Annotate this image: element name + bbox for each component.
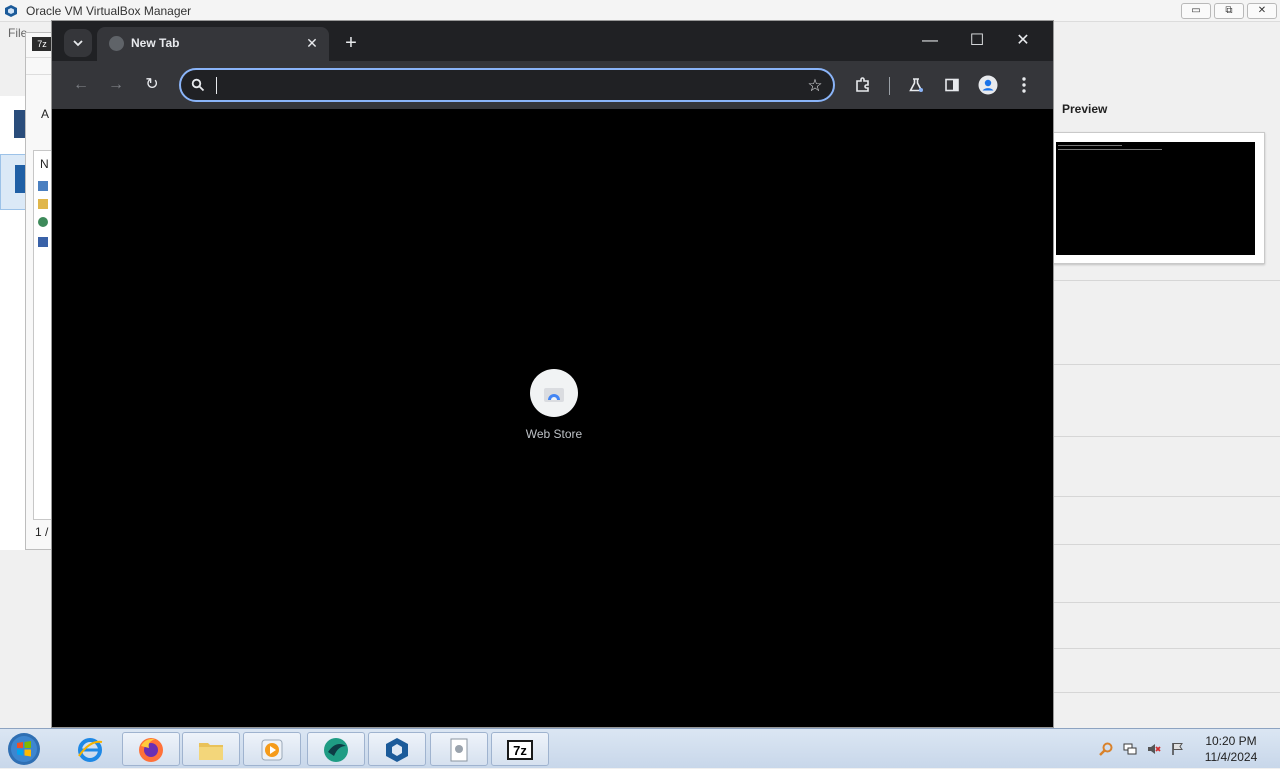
flask-icon: [909, 78, 923, 92]
clock[interactable]: 10:20 PM 11/4/2024: [1196, 733, 1266, 765]
taskbar-firefox[interactable]: [122, 732, 180, 766]
chrome-tab-strip[interactable]: New Tab ✕ + — ☐ ✕ ← → ↻ ☆: [52, 21, 1053, 109]
pane-divider: [1053, 692, 1280, 693]
internet-explorer-icon: [78, 738, 103, 762]
vbox-minimize-button[interactable]: ▭: [1181, 3, 1211, 19]
volume-muted-icon[interactable]: [1146, 741, 1162, 757]
minimize-button[interactable]: —: [916, 29, 944, 53]
tab-search-button[interactable]: [64, 29, 92, 57]
vbox-list-panel[interactable]: N: [33, 150, 53, 520]
shortcut-tile[interactable]: [530, 369, 578, 417]
search-icon[interactable]: [1098, 741, 1114, 757]
forward-button[interactable]: →: [102, 71, 130, 99]
close-button[interactable]: ✕: [1009, 29, 1037, 53]
folder-icon: [38, 199, 48, 209]
virtualbox-icon: [386, 738, 408, 762]
vm-preview-screen: [1056, 142, 1255, 255]
globe-icon: [109, 36, 124, 51]
chrome-window: New Tab ✕ + — ☐ ✕ ← → ↻ ☆ Web Store: [51, 20, 1054, 728]
preview-pane: Preview: [1053, 96, 1280, 728]
maximize-button[interactable]: ☐: [963, 29, 991, 53]
action-center-flag-icon[interactable]: [1170, 741, 1186, 757]
taskbar-virtualbox[interactable]: [368, 732, 426, 766]
shortcut-web-store[interactable]: Web Store: [506, 369, 602, 441]
menu-button[interactable]: [1010, 71, 1038, 99]
bookmark-star-icon[interactable]: ☆: [805, 76, 825, 96]
list-column-header: N: [40, 157, 49, 171]
windows-logo-icon: [8, 733, 40, 765]
computer-icon: [38, 237, 48, 247]
more-vert-icon: [1022, 77, 1026, 93]
pane-divider: [1053, 544, 1280, 545]
tab-new-tab[interactable]: New Tab ✕: [97, 27, 329, 61]
virtualbox-logo-icon: [5, 5, 17, 17]
7zip-small-icon: 7z: [32, 37, 52, 51]
labs-button[interactable]: [902, 71, 930, 99]
avatar-icon: [978, 75, 998, 95]
pane-divider: [1053, 280, 1280, 281]
selected-vm-item[interactable]: [0, 154, 27, 210]
extensions-button[interactable]: [849, 71, 877, 99]
network-icon: [38, 181, 48, 191]
preview-frame: [1053, 132, 1265, 264]
firefox-icon: [139, 738, 163, 762]
text-caret: [216, 77, 217, 94]
pane-divider: [1053, 648, 1280, 649]
profile-button[interactable]: [974, 71, 1002, 99]
vbox-window-title: Oracle VM VirtualBox Manager: [26, 4, 192, 18]
taskbar-webcam-app[interactable]: [307, 732, 365, 766]
side-panel-icon: [945, 78, 959, 92]
chrome-toolbar: ← → ↻ ☆: [52, 61, 1053, 109]
taskbar-document-viewer[interactable]: [430, 732, 488, 766]
taskbar-file-explorer[interactable]: [182, 732, 240, 766]
address-bar[interactable]: ☆: [179, 68, 835, 102]
preview-heading: Preview: [1062, 102, 1108, 116]
taskbar: 7z 10:20 PM 11/4/2024: [0, 728, 1280, 768]
7zip-icon: 7z: [507, 740, 533, 760]
search-icon: [191, 78, 205, 92]
side-panel-button[interactable]: [938, 71, 966, 99]
taskbar-7zip[interactable]: 7z: [491, 732, 549, 766]
vbox-restore-button[interactable]: ⧉: [1214, 3, 1244, 19]
shortcut-label: Web Store: [525, 427, 583, 441]
vbox-title-bar[interactable]: Oracle VM VirtualBox Manager ▭ ⧉ ✕: [0, 0, 1280, 22]
system-tray: [1094, 737, 1194, 761]
page-indicator: 1 /: [35, 525, 49, 539]
preview-text-line: [1058, 149, 1162, 150]
folder-icon: [199, 743, 223, 760]
new-tab-button[interactable]: +: [339, 31, 363, 55]
new-tab-page: Web Store: [58, 109, 1048, 721]
svg-text:7z: 7z: [513, 743, 527, 758]
tab-close-button[interactable]: ✕: [303, 34, 321, 52]
document-icon: [450, 738, 468, 762]
address-input[interactable]: [215, 76, 775, 96]
pane-divider: [1053, 602, 1280, 603]
start-button[interactable]: [6, 732, 44, 766]
preview-text-line: [1058, 145, 1122, 146]
pane-divider: [1053, 436, 1280, 437]
taskbar-media-player[interactable]: [243, 732, 301, 766]
pane-divider: [1053, 364, 1280, 365]
pane-divider: [1053, 496, 1280, 497]
details-label-a: A: [41, 107, 50, 121]
puzzle-icon: [856, 77, 869, 92]
reload-button[interactable]: ↻: [138, 71, 166, 99]
webcam-app-icon: [324, 738, 348, 762]
network-icon[interactable]: [1122, 741, 1138, 757]
chevron-down-icon: [73, 40, 83, 47]
vbox-close-button[interactable]: ✕: [1247, 3, 1277, 19]
web-store-icon: [544, 388, 564, 402]
details-toolbar: [26, 57, 52, 75]
toolbar-divider: [889, 77, 890, 95]
clock-date: 11/4/2024: [1204, 750, 1258, 764]
media-player-icon: [261, 739, 283, 761]
vbox-machine-list[interactable]: [0, 96, 27, 550]
taskbar-internet-explorer[interactable]: [61, 732, 119, 766]
back-button[interactable]: ←: [67, 71, 95, 99]
tab-title: New Tab: [131, 36, 180, 50]
clock-time: 10:20 PM: [1205, 734, 1257, 748]
globe-icon: [38, 217, 48, 227]
